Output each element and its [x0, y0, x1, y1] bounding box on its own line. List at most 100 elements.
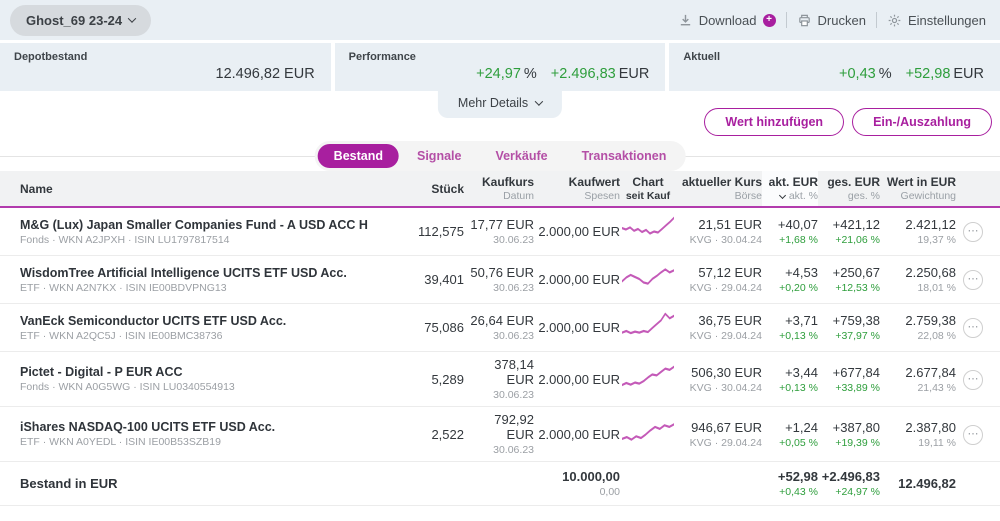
- more-details-button[interactable]: Mehr Details: [437, 91, 563, 118]
- portfolio-name: Ghost_69 23-24: [26, 12, 123, 28]
- col-chart[interactable]: Chart seit Kauf: [620, 175, 676, 202]
- cell-ges-eur: +759,38 +37,97 %: [832, 313, 880, 342]
- col-aktueller-kurs[interactable]: aktueller Kurs Börse: [676, 175, 762, 202]
- cell-ges-eur: +421,12 +21,06 %: [832, 217, 880, 246]
- add-value-button[interactable]: Wert hinzufügen: [704, 108, 845, 136]
- card-performance: Performance +24,97% +2.496,83 EUR: [334, 43, 666, 91]
- download-icon: [680, 14, 690, 25]
- cell-kaufwert: 2.000,00 EUR: [538, 320, 620, 335]
- summary-cards: Depotbestand 12.496,82 EUR Performance +…: [0, 43, 1000, 91]
- sort-chevron-icon: [778, 191, 786, 200]
- row-options-button[interactable]: ⋯: [963, 222, 983, 242]
- download-button[interactable]: Download +: [678, 13, 776, 28]
- sparkline-chart[interactable]: [621, 213, 675, 245]
- col-akt-eur-sorted[interactable]: akt. EUR akt. %: [762, 171, 818, 206]
- cell-stueck: 5,289: [431, 371, 464, 387]
- cell-kurs: 506,30 EUR KVG · 30.04.24: [689, 364, 762, 394]
- row-options-button[interactable]: ⋯: [963, 369, 983, 390]
- cell-kurs: 21,51 EUR KVG · 30.04.24: [689, 217, 762, 246]
- table-row: Pictet - Digital - P EUR ACC Fonds · WKN …: [0, 352, 1000, 407]
- cell-kaufwert: 2.000,00 EUR: [538, 426, 620, 442]
- sub-header-row: Mehr Details Wert hinzufügen Ein-/Auszah…: [0, 91, 1000, 139]
- cell-kaufkurs: 26,64 EUR 30.06.23: [470, 313, 534, 342]
- plus-badge-icon: +: [762, 13, 776, 27]
- instrument-name[interactable]: iShares NASDAQ-100 UCITS ETF USD Acc.: [20, 420, 386, 434]
- cell-kurs: 36,75 EUR KVG · 29.04.24: [689, 313, 762, 342]
- cell-wert: 2.677,84 21,43 %: [905, 364, 956, 394]
- sparkline-chart[interactable]: [621, 361, 675, 393]
- total-wert: 12.496,82: [898, 476, 956, 491]
- cell-ges-eur: +250,67 +12,53 %: [832, 265, 880, 294]
- sparkline-chart[interactable]: [621, 416, 675, 448]
- card-value: +0,43% +52,98 EUR: [839, 66, 985, 82]
- cell-wert: 2.759,38 22,08 %: [905, 313, 956, 342]
- sparkline-chart[interactable]: [621, 309, 675, 341]
- instrument-meta: Fonds · WKN A0G5WG · ISIN LU0340554913: [20, 381, 235, 393]
- chevron-down-icon: [534, 97, 544, 106]
- divider: [785, 12, 787, 28]
- table-header: Name Stück Kaufkurs Datum Kaufwert Spesen …: [0, 171, 1000, 208]
- cell-akt-eur: +4,53 +0,20 %: [779, 265, 818, 294]
- pay-in-out-button[interactable]: Ein-/Auszahlung: [852, 108, 992, 136]
- cell-akt-eur: +3,71 +0,13 %: [779, 313, 818, 342]
- col-ges-eur[interactable]: ges. EUR ges. %: [818, 175, 880, 202]
- tab-transaktionen[interactable]: Transaktionen: [566, 144, 683, 168]
- cell-kaufwert: 2.000,00 EUR: [538, 224, 620, 239]
- col-kaufkurs[interactable]: Kaufkurs Datum: [464, 175, 534, 202]
- card-value: 12.496,82 EUR: [215, 66, 315, 82]
- cell-stueck: 39,401: [424, 272, 464, 287]
- cell-kaufkurs: 50,76 EUR 30.06.23: [470, 265, 534, 294]
- tab-signale[interactable]: Signale: [401, 144, 477, 168]
- topbar: Ghost_69 23-24 Download + Drucken Einste…: [0, 0, 1000, 40]
- col-stueck[interactable]: Stück: [386, 182, 464, 196]
- cell-stueck: 2,522: [431, 426, 464, 442]
- instrument-name[interactable]: VanEck Semiconductor UCITS ETF USD Acc.: [20, 314, 386, 328]
- tabs-bar: Bestand Signale Verkäufe Transaktionen: [0, 141, 1000, 171]
- cell-kaufkurs: 17,77 EUR 30.06.23: [470, 217, 534, 246]
- instrument-name[interactable]: M&G (Lux) Japan Smaller Companies Fund -…: [20, 218, 386, 232]
- cell-stueck: 112,575: [417, 224, 464, 239]
- print-button[interactable]: Drucken: [797, 13, 866, 28]
- total-kaufwert: 10.000,00 0,00: [562, 469, 620, 498]
- table-row: WisdomTree Artificial Intelligence UCITS…: [0, 256, 1000, 304]
- topbar-actions: Download + Drucken Einstellungen: [678, 12, 986, 28]
- chevron-down-icon: [127, 14, 137, 23]
- tab-group: Bestand Signale Verkäufe Transaktionen: [314, 141, 686, 171]
- card-depotbestand: Depotbestand 12.496,82 EUR: [0, 43, 331, 91]
- table-row: M&G (Lux) Japan Smaller Companies Fund -…: [0, 208, 1000, 256]
- cell-stueck: 75,086: [424, 320, 464, 335]
- holdings-table: Name Stück Kaufkurs Datum Kaufwert Spesen …: [0, 171, 1000, 521]
- instrument-meta: ETF · WKN A2QC5J · ISIN IE00BMC38736: [20, 329, 223, 342]
- tab-verkaeufe[interactable]: Verkäufe: [479, 144, 563, 168]
- cell-akt-eur: +40,07 +1,68 %: [777, 217, 818, 246]
- totals-row-bestand: Bestand in EUR 10.000,00 0,00 +52,98 +0,43…: [0, 462, 1000, 506]
- cell-ges-eur: +387,80 +19,39 %: [832, 419, 880, 449]
- instrument-name[interactable]: WisdomTree Artificial Intelligence UCITS…: [20, 266, 386, 280]
- row-options-button[interactable]: ⋯: [963, 318, 983, 338]
- col-kaufwert[interactable]: Kaufwert Spesen: [534, 175, 620, 202]
- cell-kaufkurs: 378,14 EUR 30.06.23: [493, 357, 534, 401]
- row-options-button[interactable]: ⋯: [963, 270, 983, 290]
- cell-akt-eur: +3,44 +0,13 %: [779, 364, 818, 394]
- cell-wert: 2.387,80 19,11 %: [905, 419, 956, 449]
- portfolio-selector[interactable]: Ghost_69 23-24: [10, 4, 152, 36]
- col-wert-in-eur[interactable]: Wert in EUR Gewichtung: [880, 175, 956, 202]
- col-name[interactable]: Name: [20, 182, 386, 196]
- cell-kaufkurs: 792,92 EUR 30.06.23: [493, 412, 534, 456]
- total-ges-eur: +2.496,83 +24,97 %: [821, 469, 880, 498]
- card-label: Depotbestand: [14, 51, 88, 63]
- tab-bestand[interactable]: Bestand: [317, 144, 399, 168]
- settings-button[interactable]: Einstellungen: [887, 13, 986, 28]
- cell-wert: 2.421,12 19,37 %: [905, 217, 956, 246]
- sparkline-chart[interactable]: [621, 261, 675, 293]
- instrument-name[interactable]: Pictet - Digital - P EUR ACC: [20, 365, 386, 379]
- row-options-button[interactable]: ⋯: [963, 424, 983, 445]
- cell-wert: 2.250,68 18,01 %: [905, 265, 956, 294]
- instrument-meta: ETF · WKN A2N7KX · ISIN IE00BDVPNG13: [20, 281, 227, 294]
- instrument-meta: ETF · WKN A0YEDL · ISIN IE00B53SZB19: [20, 436, 221, 448]
- table-row: iShares NASDAQ-100 UCITS ETF USD Acc. ETF…: [0, 407, 1000, 462]
- printer-icon: [798, 14, 810, 26]
- total-akt-eur: +52,98 +0,43 %: [777, 469, 818, 498]
- card-value: +24,97% +2.496,83 EUR: [476, 66, 650, 82]
- divider: [875, 12, 877, 28]
